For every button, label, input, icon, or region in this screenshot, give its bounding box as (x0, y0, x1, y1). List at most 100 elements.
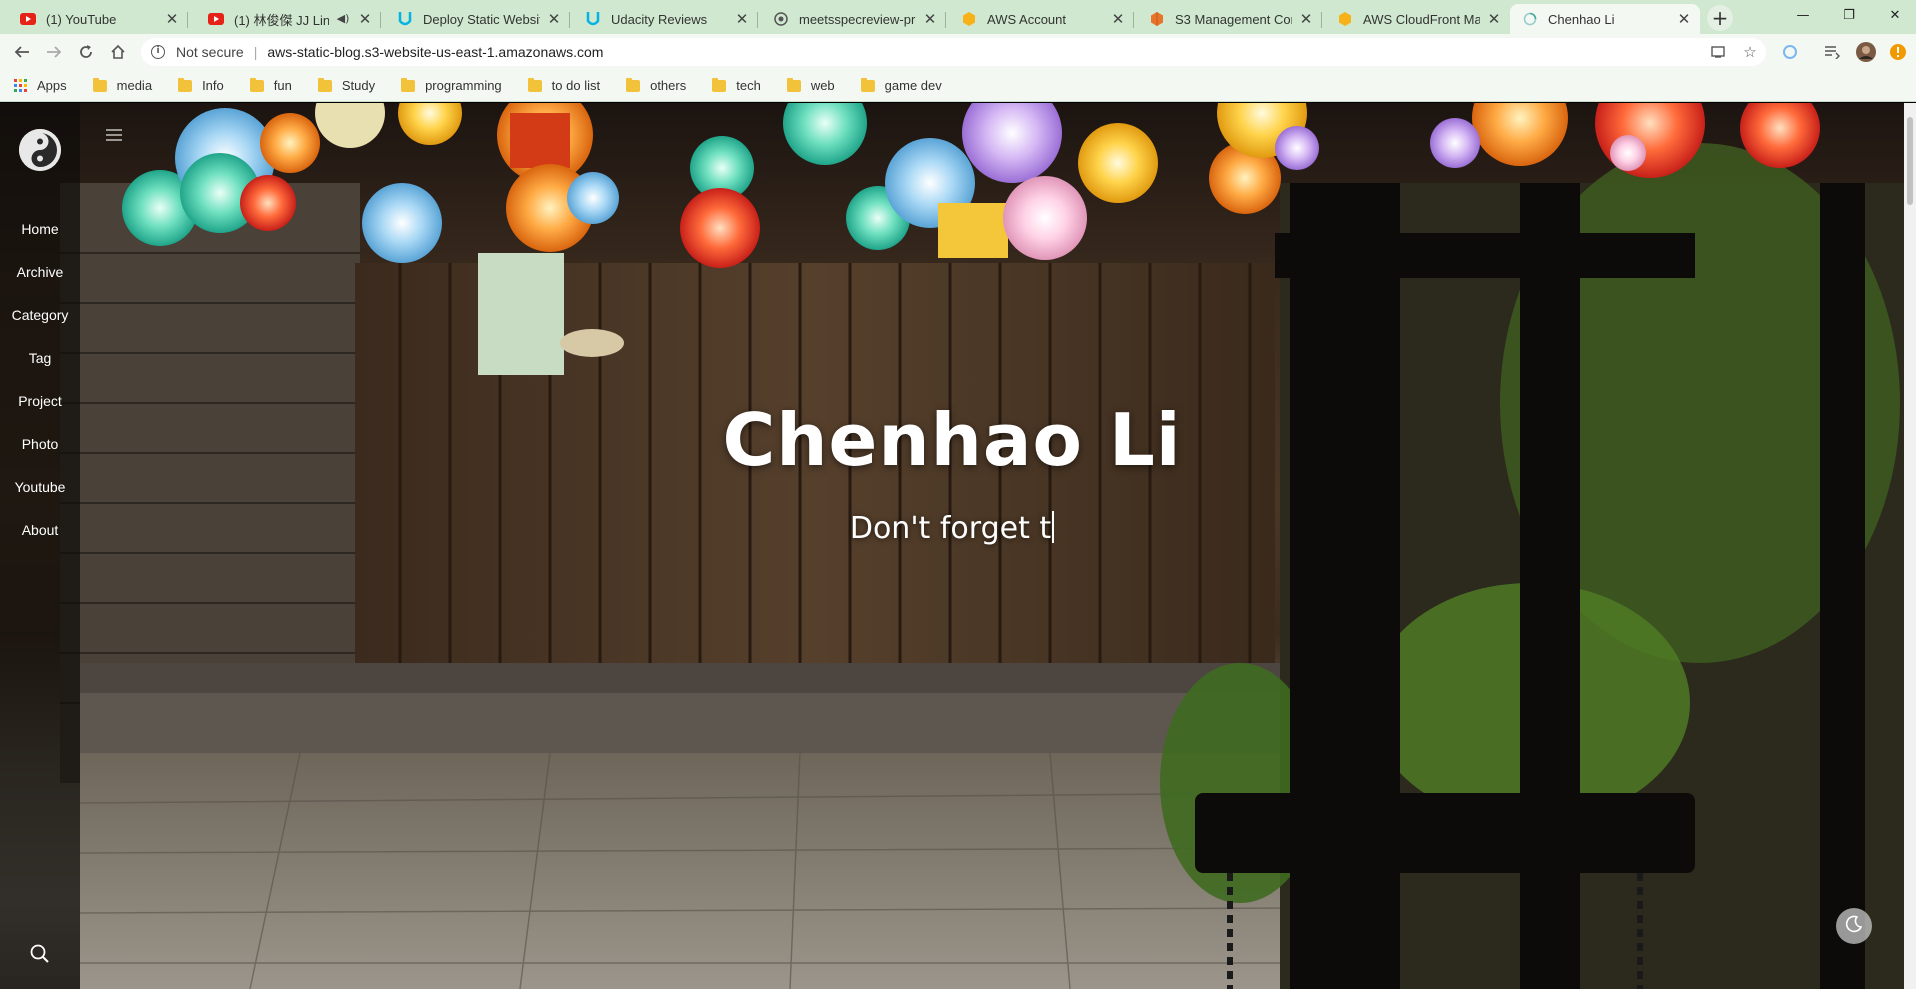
tab-jj-lin[interactable]: (1) 林俊傑 JJ Lin 2 ◀) ✕ (196, 4, 381, 34)
close-icon[interactable]: ✕ (1676, 11, 1692, 27)
tab-title: meetsspecreview-pro (799, 11, 916, 27)
nav-archive[interactable]: Archive (0, 251, 80, 294)
site-sidebar: Home Archive Category Tag Project Photo … (0, 103, 80, 989)
bookmark-folder[interactable]: media (92, 77, 152, 93)
home-button[interactable] (106, 40, 130, 64)
folder-icon (786, 77, 801, 92)
reload-button[interactable] (74, 40, 98, 64)
nav-tag[interactable]: Tag (0, 337, 80, 380)
udacity-icon (397, 11, 413, 27)
page-subtitle: Don't forget t (80, 511, 1824, 546)
reading-list-icon[interactable] (1822, 42, 1842, 62)
aws-icon (961, 11, 977, 27)
youtube-icon (20, 11, 36, 27)
close-icon[interactable]: ✕ (1298, 11, 1314, 27)
close-icon[interactable]: ✕ (922, 11, 938, 27)
tab-chenhao-li[interactable]: Chenhao Li ✕ (1510, 4, 1700, 34)
close-icon[interactable]: ✕ (1486, 11, 1502, 27)
new-tab-button[interactable]: + (1707, 5, 1733, 31)
restore-button[interactable]: ❐ (1826, 0, 1872, 30)
nav-about[interactable]: About (0, 509, 80, 552)
nav-category[interactable]: Category (0, 294, 80, 337)
nav-home[interactable]: Home (0, 208, 80, 251)
tab-aws-account[interactable]: AWS Account ✕ (949, 4, 1134, 34)
apps-icon (14, 79, 27, 92)
youtube-icon (208, 11, 224, 27)
search-icon[interactable] (29, 943, 51, 965)
nav-photo[interactable]: Photo (0, 423, 80, 466)
folder-icon (527, 77, 542, 92)
cast-icon[interactable] (1705, 38, 1731, 66)
folder-icon (712, 77, 727, 92)
close-icon[interactable]: ✕ (357, 11, 373, 27)
info-icon[interactable]: i (151, 45, 165, 59)
folder-icon (317, 77, 332, 92)
bookmark-folder[interactable]: Study (317, 77, 375, 93)
page-viewport: Home Archive Category Tag Project Photo … (0, 103, 1916, 989)
minimize-button[interactable]: — (1780, 0, 1826, 30)
back-button[interactable] (10, 40, 34, 64)
folder-icon (626, 77, 641, 92)
nav-project[interactable]: Project (0, 380, 80, 423)
bookmarks-bar: Apps media Info fun Study programming to… (0, 70, 1916, 102)
tab-title: S3 Management Con (1175, 11, 1292, 27)
bookmark-folder[interactable]: web (786, 77, 835, 93)
close-window-button[interactable]: ✕ (1872, 0, 1916, 30)
tab-title: Chenhao Li (1548, 11, 1615, 27)
bookmark-apps[interactable]: Apps (14, 78, 67, 93)
forward-button[interactable] (42, 40, 66, 64)
close-icon[interactable]: ✕ (546, 11, 562, 27)
tab-cloudfront[interactable]: AWS CloudFront Man ✕ (1325, 4, 1510, 34)
tab-strip: (1) YouTube ✕ (1) 林俊傑 JJ Lin 2 ◀) ✕ Depl… (0, 0, 1916, 34)
audio-icon[interactable]: ◀) (335, 11, 351, 27)
nav-youtube[interactable]: Youtube (0, 466, 80, 509)
extension-icon[interactable] (1780, 42, 1800, 62)
site-logo[interactable] (19, 129, 61, 171)
close-icon[interactable]: ✕ (1110, 11, 1126, 27)
close-icon[interactable]: ✕ (734, 11, 750, 27)
star-icon[interactable]: ☆ (1737, 38, 1763, 66)
folder-icon (249, 77, 264, 92)
update-icon[interactable] (1888, 42, 1908, 62)
tab-title: AWS CloudFront Man (1363, 11, 1480, 27)
tab-title: (1) 林俊傑 JJ Lin 2 (234, 12, 329, 28)
browser-toolbar: i Not secure | aws-static-blog.s3-websit… (0, 34, 1916, 70)
bookmark-folder[interactable]: to do list (527, 77, 600, 93)
tab-youtube[interactable]: (1) YouTube ✕ (8, 4, 188, 34)
bookmark-folder[interactable]: programming (401, 77, 502, 93)
folder-icon (401, 77, 416, 92)
tab-title: Udacity Reviews (611, 11, 708, 27)
page-title: Chenhao Li (722, 398, 1182, 482)
tab-s3-management[interactable]: S3 Management Con ✕ (1137, 4, 1322, 34)
bookmark-folder[interactable]: others (626, 77, 686, 93)
page-scrollbar[interactable] (1904, 103, 1916, 989)
tab-title: AWS Account (987, 11, 1066, 27)
tab-udacity-reviews[interactable]: Udacity Reviews ✕ (573, 4, 758, 34)
aws-icon (1337, 11, 1353, 27)
typing-cursor (1052, 511, 1055, 543)
bookmark-folder[interactable]: Info (178, 77, 224, 93)
avatar[interactable] (1856, 42, 1876, 62)
moon-icon (1845, 915, 1863, 937)
loading-icon (1522, 11, 1538, 27)
dark-mode-toggle[interactable] (1836, 908, 1872, 944)
folder-icon (178, 77, 193, 92)
security-status: Not secure (176, 44, 244, 60)
folder-icon (860, 77, 875, 92)
bookmark-folder[interactable]: tech (712, 77, 761, 93)
tab-meetsspec[interactable]: meetsspecreview-pro ✕ (761, 4, 946, 34)
site-nav: Home Archive Category Tag Project Photo … (0, 208, 80, 552)
udacity-icon (585, 11, 601, 27)
tab-title: Deploy Static Website (423, 11, 540, 27)
typed-subtitle: Don't forget t (849, 511, 1052, 546)
github-icon (773, 11, 789, 27)
bookmark-folder[interactable]: fun (249, 77, 292, 93)
close-icon[interactable]: ✕ (164, 11, 180, 27)
address-bar[interactable]: i Not secure | aws-static-blog.s3-websit… (141, 38, 1766, 66)
scrollbar-thumb[interactable] (1907, 117, 1913, 205)
tab-title: (1) YouTube (46, 11, 117, 27)
bookmark-folder[interactable]: game dev (860, 77, 942, 93)
aws-s3-icon (1149, 11, 1165, 27)
tab-deploy-static[interactable]: Deploy Static Website ✕ (385, 4, 570, 34)
url-text[interactable]: aws-static-blog.s3-website-us-east-1.ama… (267, 44, 603, 60)
